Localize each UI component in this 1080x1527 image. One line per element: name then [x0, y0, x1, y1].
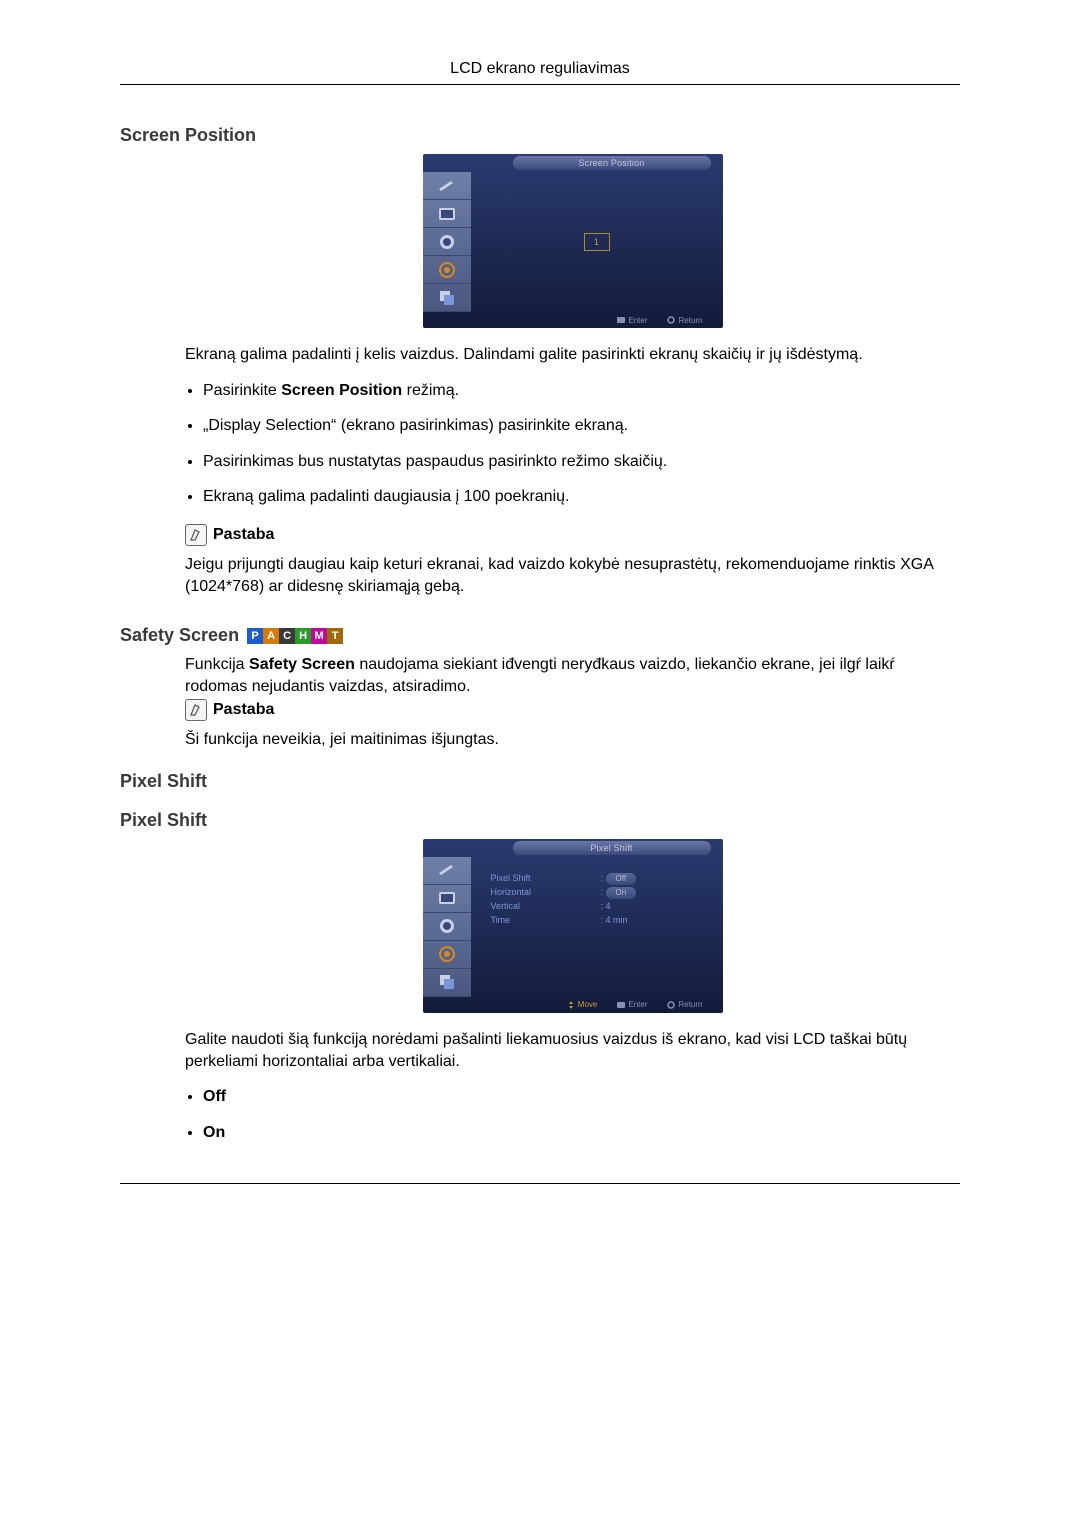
note-label: Pastaba: [213, 526, 274, 544]
osd-row-label: Time: [491, 913, 532, 927]
osd-title: Pixel Shift: [513, 841, 711, 855]
osd-row-value: Off: [606, 873, 637, 885]
osd-title: Screen Position: [513, 156, 711, 170]
multi-icon: [423, 284, 471, 312]
picture-icon: [423, 200, 471, 228]
text-bold: On: [203, 1124, 225, 1141]
source-icon: [423, 172, 471, 200]
page-header: LCD ekrano reguliavimas: [120, 60, 960, 85]
ss-paragraph: Funkcija Safety Screen naudojama siekian…: [185, 654, 960, 697]
picture-icon: [423, 885, 471, 913]
osd-pixel-shift: Pixel Shift Pixel Shift Horizontal Verti…: [423, 839, 723, 1013]
sp-paragraph-1: Ekraną galima padalinti į kelis vaizdus.…: [185, 344, 960, 366]
source-icon: [423, 857, 471, 885]
sp-bullet-2: „Display Selection“ (ekrano pasirinkimas…: [203, 415, 960, 437]
osd-screen-position: Screen Position 1 Enter Return: [423, 154, 723, 328]
osd-enter-label: Enter: [628, 316, 647, 325]
enter-icon: [617, 1001, 625, 1009]
heading-screen-position: Screen Position: [120, 125, 960, 146]
chip-t: T: [327, 628, 343, 644]
chip-c: C: [279, 628, 295, 644]
move-icon: [567, 1001, 575, 1009]
sp-note-text: Jeigu prijungti daugiau kaip keturi ekra…: [185, 554, 960, 597]
osd-row-value: On: [606, 887, 637, 899]
osd-value-box: 1: [584, 233, 610, 251]
setup-icon: [423, 941, 471, 969]
return-icon: [667, 316, 675, 324]
osd-values: : Off : On : 4 : 4 min: [601, 871, 637, 927]
text: režimą.: [402, 382, 459, 399]
sp-bullet-1: Pasirinkite Screen Position režimą.: [203, 380, 960, 402]
sp-bullet-3: Pasirinkimas bus nustatytas paspaudus pa…: [203, 451, 960, 473]
text: Pasirinkite: [203, 382, 281, 399]
text-bold: Off: [203, 1088, 226, 1105]
chip-h: H: [295, 628, 311, 644]
osd-move-label: Move: [578, 1000, 598, 1009]
note-label: Pastaba: [213, 701, 274, 719]
osd-row-value: : 4: [601, 899, 637, 913]
ss-note-text: Ši funkcija neveikia, jei maitinimas išj…: [185, 729, 960, 751]
osd-enter-label: Enter: [628, 1000, 647, 1009]
heading-pixel-shift-b: Pixel Shift: [120, 810, 960, 831]
osd-return-label: Return: [678, 1000, 702, 1009]
enter-icon: [617, 316, 625, 324]
sound-icon: [423, 228, 471, 256]
ps-bullet-off: Off: [203, 1086, 960, 1108]
footer-divider: [120, 1183, 960, 1184]
note-icon: [185, 699, 207, 721]
heading-safety-screen: Safety Screen: [120, 625, 239, 646]
osd-row-value: : 4 min: [601, 913, 637, 927]
osd-row-label: Vertical: [491, 899, 532, 913]
osd-row-label: Horizontal: [491, 885, 532, 899]
osd-row-label: Pixel Shift: [491, 871, 532, 885]
osd-left-icons: [423, 857, 471, 997]
text-bold: Safety Screen: [249, 656, 355, 673]
return-icon: [667, 1001, 675, 1009]
osd-return-label: Return: [678, 316, 702, 325]
source-chips: P A C H M T: [247, 628, 343, 644]
multi-icon: [423, 969, 471, 997]
chip-m: M: [311, 628, 327, 644]
osd-left-icons: [423, 172, 471, 312]
osd-labels: Pixel Shift Horizontal Vertical Time: [491, 871, 532, 927]
ps-paragraph: Galite naudoti šią funkciją norėdami paš…: [185, 1029, 960, 1072]
sp-bullet-4: Ekraną galima padalinti daugiausia į 100…: [203, 486, 960, 508]
note-icon: [185, 524, 207, 546]
chip-p: P: [247, 628, 263, 644]
setup-icon: [423, 256, 471, 284]
chip-a: A: [263, 628, 279, 644]
osd-footer: Move Enter Return: [423, 997, 723, 1013]
sound-icon: [423, 913, 471, 941]
text-bold: Screen Position: [281, 382, 402, 399]
text: Funkcija: [185, 656, 249, 673]
heading-pixel-shift-a: Pixel Shift: [120, 771, 960, 792]
osd-footer: Enter Return: [423, 312, 723, 328]
ps-bullet-on: On: [203, 1122, 960, 1144]
